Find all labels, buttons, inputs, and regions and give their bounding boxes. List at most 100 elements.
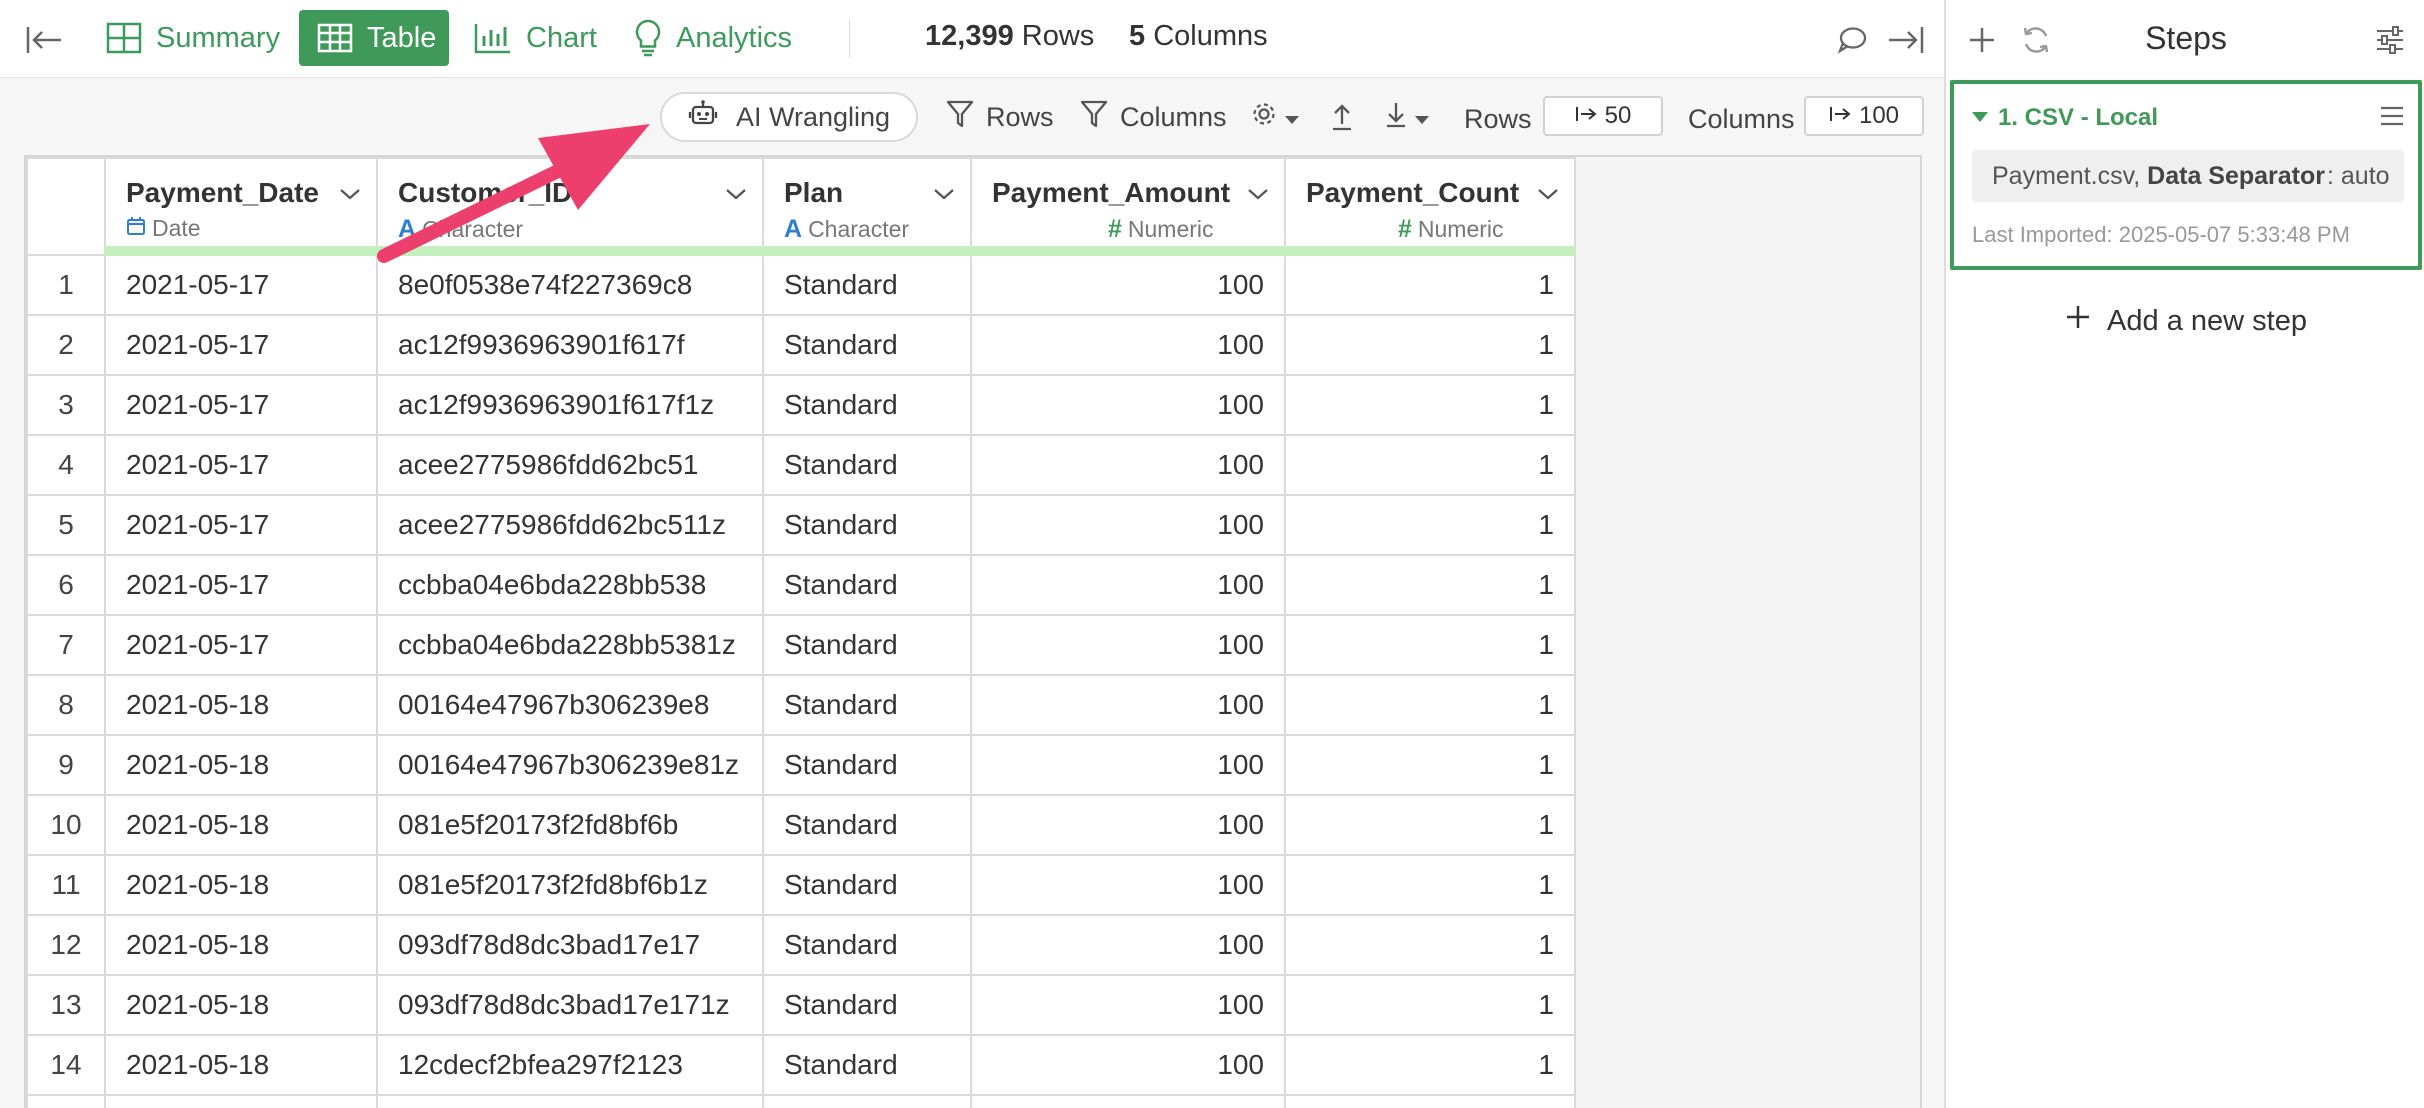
table-cell[interactable]: 093df78d8dc3bad17e17 xyxy=(376,914,764,976)
table-cell[interactable]: 2021-05-18 xyxy=(104,914,378,976)
table-row[interactable]: 11 2021-05-18 081e5f20173f2fd8bf6b1z Standa… xyxy=(26,854,1576,916)
table-cell[interactable]: 1 xyxy=(1284,974,1576,1036)
table-cell[interactable]: 2021-05-17 xyxy=(104,614,378,676)
table-cell[interactable]: 1 xyxy=(1284,254,1576,316)
table-cell[interactable]: 100 xyxy=(970,734,1286,796)
table-cell[interactable]: 1 xyxy=(1284,554,1576,616)
chevron-down-icon[interactable] xyxy=(1246,187,1270,206)
table-row[interactable]: 14 2021-05-18 12cdecf2bfea297f2123 Standard… xyxy=(26,1034,1576,1096)
table-cell[interactable]: Standard xyxy=(762,794,972,856)
table-cell[interactable]: 2021-05-18 xyxy=(104,974,378,1036)
table-cell[interactable] xyxy=(104,1094,378,1108)
table-cell[interactable]: Standard xyxy=(762,734,972,796)
column-header[interactable]: Customer_ID A Character xyxy=(376,157,764,256)
table-cell[interactable]: 00164e47967b306239e81z xyxy=(376,734,764,796)
table-row[interactable]: 10 2021-05-18 081e5f20173f2fd8bf6b Standard… xyxy=(26,794,1576,856)
table-cell[interactable]: ccbba04e6bda228bb538 xyxy=(376,554,764,616)
columns-limit-input[interactable]: 100 xyxy=(1804,96,1924,136)
table-cell[interactable]: 2021-05-17 xyxy=(104,374,378,436)
column-header[interactable]: Payment_Amount # Numeric xyxy=(970,157,1286,256)
table-cell[interactable]: 2021-05-18 xyxy=(104,854,378,916)
table-cell[interactable]: 100 xyxy=(970,434,1286,496)
table-row[interactable]: 2 2021-05-17 ac12f9936963901f617f Standard 1… xyxy=(26,314,1576,376)
table-cell[interactable]: 1 xyxy=(1284,794,1576,856)
tab-summary[interactable]: Summary xyxy=(88,10,298,66)
table-cell[interactable]: Standard xyxy=(762,314,972,376)
table-cell[interactable]: 1 xyxy=(1284,854,1576,916)
table-row[interactable]: 1 2021-05-17 8e0f0538e74f227369c8 Standard 1… xyxy=(26,254,1576,316)
table-cell[interactable]: 1 xyxy=(1284,614,1576,676)
table-cell[interactable]: 093df78d8dc3bad17e171z xyxy=(376,974,764,1036)
table-cell[interactable] xyxy=(970,1094,1286,1108)
table-cell[interactable]: 2021-05-18 xyxy=(104,794,378,856)
table-cell[interactable]: 8e0f0538e74f227369c8 xyxy=(376,254,764,316)
table-cell[interactable]: Standard xyxy=(762,374,972,436)
rows-limit-input[interactable]: 50 xyxy=(1543,96,1663,136)
chevron-down-icon[interactable] xyxy=(724,187,748,206)
table-cell[interactable]: 2021-05-18 xyxy=(104,674,378,736)
filter-rows-button[interactable]: Rows xyxy=(946,92,1054,142)
table-cell[interactable]: 100 xyxy=(970,674,1286,736)
table-cell[interactable]: 2021-05-18 xyxy=(104,734,378,796)
add-step-button[interactable]: Add a new step xyxy=(1946,304,2424,338)
chevron-down-icon[interactable] xyxy=(338,187,362,206)
table-cell[interactable]: 2021-05-17 xyxy=(104,554,378,616)
tab-chart[interactable]: Chart xyxy=(456,10,615,66)
chevron-down-icon[interactable] xyxy=(1536,187,1560,206)
table-cell[interactable]: 100 xyxy=(970,914,1286,976)
table-cell[interactable]: 1 xyxy=(1284,434,1576,496)
table-row[interactable]: 5 2021-05-17 acee2775986fdd62bc511z Standar… xyxy=(26,494,1576,556)
tab-table[interactable]: Table xyxy=(299,10,449,66)
tab-analytics[interactable]: Analytics xyxy=(616,10,810,66)
table-row[interactable]: 12 2021-05-18 093df78d8dc3bad17e17 Standard… xyxy=(26,914,1576,976)
comment-icon[interactable] xyxy=(1832,22,1872,58)
table-cell[interactable]: Standard xyxy=(762,434,972,496)
table-row[interactable]: 3 2021-05-17 ac12f9936963901f617f1z Standar… xyxy=(26,374,1576,436)
table-cell[interactable] xyxy=(1284,1094,1576,1108)
table-cell[interactable]: 100 xyxy=(970,854,1286,916)
caret-down-icon[interactable] xyxy=(1972,112,1988,122)
table-cell[interactable]: 081e5f20173f2fd8bf6b xyxy=(376,794,764,856)
column-header[interactable]: Payment_Count # Numeric xyxy=(1284,157,1576,256)
settings-menu-button[interactable] xyxy=(1250,92,1300,142)
ai-wrangling-button[interactable]: AI Wrangling xyxy=(660,92,918,142)
table-cell[interactable]: 1 xyxy=(1284,374,1576,436)
sliders-icon[interactable] xyxy=(2370,20,2410,60)
table-cell[interactable]: 2021-05-17 xyxy=(104,254,378,316)
table-cell[interactable]: 1 xyxy=(1284,674,1576,736)
table-cell[interactable]: 100 xyxy=(970,374,1286,436)
table-cell[interactable]: 100 xyxy=(970,1034,1286,1096)
table-cell[interactable]: Standard xyxy=(762,974,972,1036)
table-cell[interactable]: 1 xyxy=(1284,734,1576,796)
table-cell[interactable]: 2021-05-18 xyxy=(104,1034,378,1096)
table-cell[interactable]: 2021-05-17 xyxy=(104,434,378,496)
table-cell[interactable]: Standard xyxy=(762,614,972,676)
table-cell[interactable]: Standard xyxy=(762,254,972,316)
step-name[interactable]: 1. CSV - Local xyxy=(1998,104,2158,132)
table-row[interactable]: 8 2021-05-18 00164e47967b306239e8 Standard 1… xyxy=(26,674,1576,736)
column-header[interactable]: Payment_Date Date xyxy=(104,157,378,256)
table-cell[interactable]: acee2775986fdd62bc51 xyxy=(376,434,764,496)
chevron-down-icon[interactable] xyxy=(932,187,956,206)
table-cell[interactable]: ac12f9936963901f617f xyxy=(376,314,764,376)
table-cell[interactable] xyxy=(762,1094,972,1108)
menu-icon[interactable] xyxy=(2374,98,2410,134)
download-menu-button[interactable] xyxy=(1384,92,1430,142)
table-row[interactable]: 6 2021-05-17 ccbba04e6bda228bb538 Standard 1… xyxy=(26,554,1576,616)
table-cell[interactable]: 081e5f20173f2fd8bf6b1z xyxy=(376,854,764,916)
table-row[interactable]: 4 2021-05-17 acee2775986fdd62bc51 Standard 1… xyxy=(26,434,1576,496)
table-cell[interactable]: 00164e47967b306239e8 xyxy=(376,674,764,736)
table-cell[interactable]: Standard xyxy=(762,914,972,976)
table-cell[interactable]: 100 xyxy=(970,254,1286,316)
table-cell[interactable]: Standard xyxy=(762,494,972,556)
step-detail[interactable]: Payment.csv, Data Separator: auto xyxy=(1972,150,2404,202)
table-cell[interactable]: Standard xyxy=(762,674,972,736)
table-row[interactable]: 13 2021-05-18 093df78d8dc3bad17e171z Standa… xyxy=(26,974,1576,1036)
table-cell[interactable]: 100 xyxy=(970,974,1286,1036)
table-cell[interactable]: 100 xyxy=(970,314,1286,376)
table-cell[interactable]: Standard xyxy=(762,854,972,916)
table-cell[interactable]: 1 xyxy=(1284,914,1576,976)
table-cell[interactable]: 1 xyxy=(1284,314,1576,376)
table-cell[interactable]: Standard xyxy=(762,1034,972,1096)
collapse-right-icon[interactable] xyxy=(1884,20,1928,60)
